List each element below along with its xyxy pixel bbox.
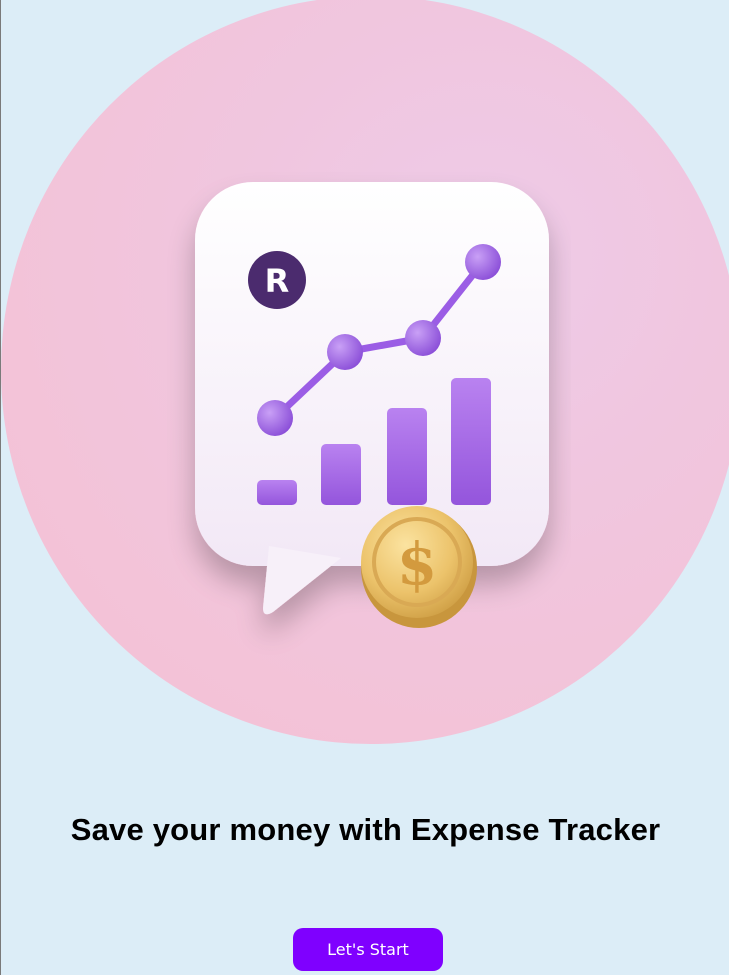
hero-circle: R $	[1, 0, 729, 744]
chart-point	[405, 320, 441, 356]
lets-start-button[interactable]: Let's Start	[293, 928, 443, 971]
page-title: Save your money with Expense Tracker	[70, 812, 661, 847]
currency-badge: R	[248, 251, 306, 309]
chart-bar	[321, 444, 361, 505]
coin-symbol: $	[397, 530, 437, 598]
finance-chart-chat-bubble-icon: R $	[195, 182, 549, 628]
chart-bar	[257, 480, 297, 505]
chart-bar	[387, 408, 427, 505]
chart-point	[465, 244, 501, 280]
chart-point	[257, 400, 293, 436]
chart-bar	[451, 378, 491, 505]
chart-point	[327, 334, 363, 370]
currency-badge-label: R	[265, 262, 290, 300]
